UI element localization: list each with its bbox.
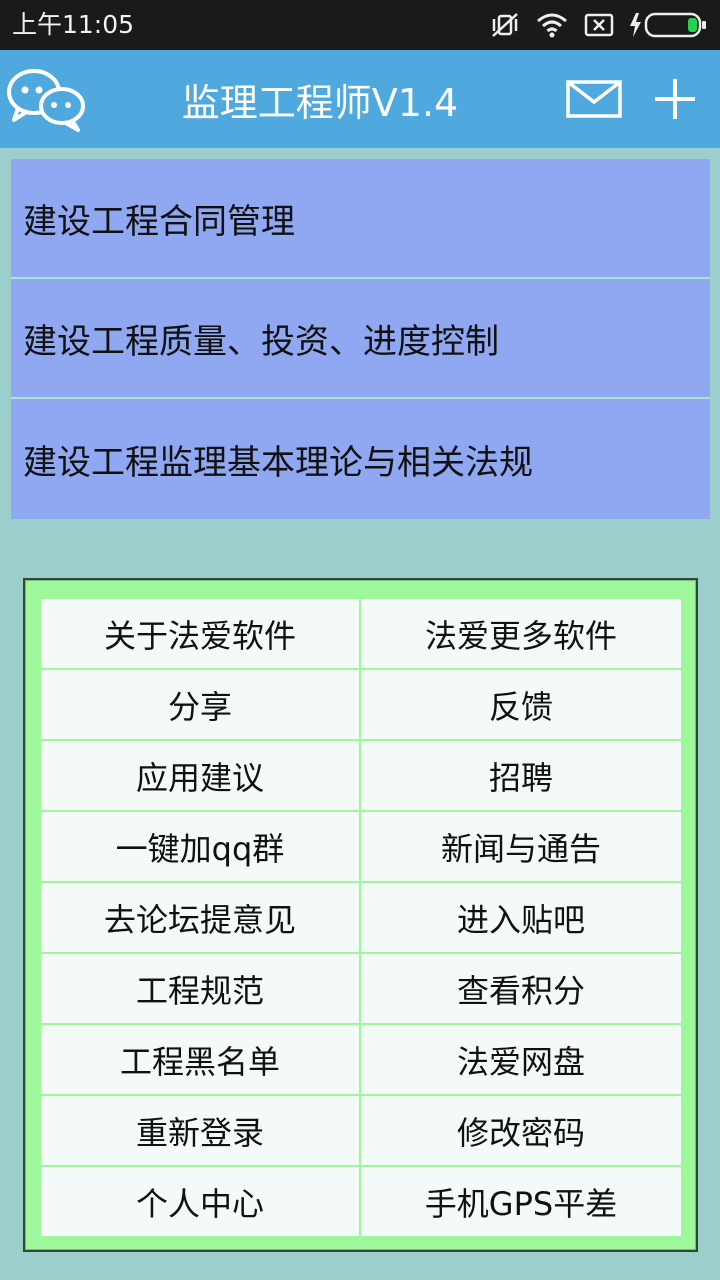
- app-title: 监理工程师V1.4: [181, 80, 459, 125]
- blacklist-button[interactable]: 工程黑名单: [41, 1025, 361, 1096]
- profile-button[interactable]: 个人中心: [41, 1167, 361, 1238]
- cloud-disk-button[interactable]: 法爱网盘: [361, 1025, 681, 1096]
- feedback-button[interactable]: 反馈: [361, 670, 681, 741]
- function-panel: 关于法爱软件 法爱更多软件 分享 反馈 应用建议 招聘 一键加qq群 新闻与通告…: [23, 578, 698, 1252]
- status-icons: [490, 9, 710, 41]
- status-time: 上午11:05: [12, 10, 135, 39]
- vibrate-off-icon: [490, 11, 520, 39]
- points-button[interactable]: 查看积分: [361, 954, 681, 1025]
- join-qq-group-button[interactable]: 一键加qq群: [41, 812, 361, 883]
- forum-button[interactable]: 去论坛提意见: [41, 883, 361, 954]
- status-bar: 上午11:05: [0, 0, 720, 50]
- engineering-standards-button[interactable]: 工程规范: [41, 954, 361, 1025]
- sim-off-icon: [584, 12, 614, 38]
- menu-item-contract-management[interactable]: 建设工程合同管理: [11, 159, 710, 279]
- mail-icon[interactable]: [566, 80, 622, 120]
- app-bar: 监理工程师V1.4: [0, 50, 720, 148]
- jobs-button[interactable]: 招聘: [361, 741, 681, 812]
- about-button[interactable]: 关于法爱软件: [41, 599, 361, 670]
- menu-item-theory-and-regulations[interactable]: 建设工程监理基本理论与相关法规: [11, 399, 710, 519]
- function-grid: 关于法爱软件 法爱更多软件 分享 反馈 应用建议 招聘 一键加qq群 新闻与通告…: [41, 599, 681, 1238]
- tieba-button[interactable]: 进入贴吧: [361, 883, 681, 954]
- plus-icon[interactable]: [652, 76, 698, 122]
- change-password-button[interactable]: 修改密码: [361, 1096, 681, 1167]
- wifi-icon: [536, 12, 568, 38]
- gps-adjustment-button[interactable]: 手机GPS平差: [361, 1167, 681, 1238]
- course-menu: 建设工程合同管理 建设工程质量、投资、进度控制 建设工程监理基本理论与相关法规: [11, 159, 710, 519]
- battery-charging-icon: [630, 11, 710, 39]
- news-button[interactable]: 新闻与通告: [361, 812, 681, 883]
- chat-logo-icon[interactable]: [6, 64, 86, 134]
- menu-item-quality-investment-progress[interactable]: 建设工程质量、投资、进度控制: [11, 279, 710, 399]
- relogin-button[interactable]: 重新登录: [41, 1096, 361, 1167]
- suggestion-button[interactable]: 应用建议: [41, 741, 361, 812]
- share-button[interactable]: 分享: [41, 670, 361, 741]
- more-software-button[interactable]: 法爱更多软件: [361, 599, 681, 670]
